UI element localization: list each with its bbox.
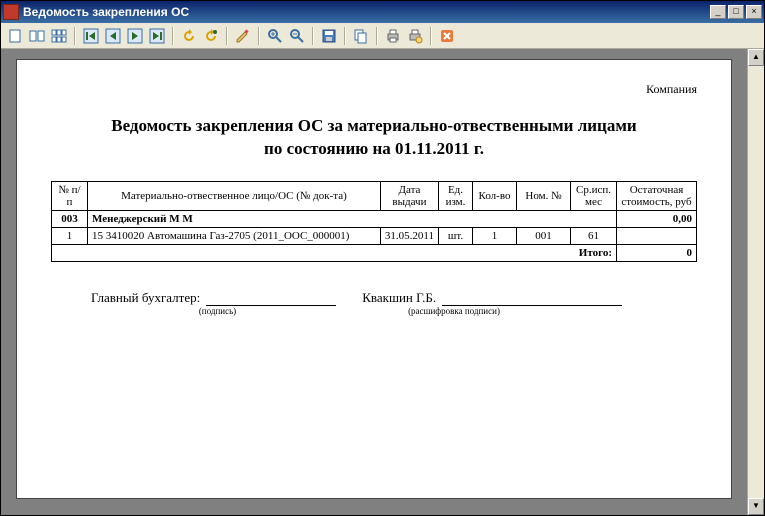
title-line-1: Ведомость закрепления ОС за материально-… xyxy=(111,116,636,135)
sign-name: Квакшин Г.Б. xyxy=(342,290,440,306)
copy-icon[interactable] xyxy=(351,26,371,46)
signature-block: Главный бухгалтер: Квакшин Г.Б. (подпись… xyxy=(51,290,697,316)
report-page: Компания Ведомость закрепления ОС за мат… xyxy=(16,59,732,499)
title-line-2: по состоянию на 01.11.2011 г. xyxy=(264,139,484,158)
col-nom: Ном. № xyxy=(517,181,571,210)
save-icon[interactable] xyxy=(319,26,339,46)
report-table: № п/п Материально-отвественное лицо/ОС (… xyxy=(51,181,697,262)
edit-icon[interactable] xyxy=(233,26,253,46)
cell-date: 31.05.2011 xyxy=(380,227,438,244)
total-label: Итого: xyxy=(52,244,617,261)
col-unit: Ед. изм. xyxy=(439,181,473,210)
col-person: Материально-отвественное лицо/ОС (№ док-… xyxy=(88,181,381,210)
single-page-icon[interactable] xyxy=(5,26,25,46)
zoom-in-icon[interactable] xyxy=(265,26,285,46)
total-row: Итого: 0 xyxy=(52,244,697,261)
scroll-down-icon[interactable]: ▼ xyxy=(748,498,764,515)
scroll-up-icon[interactable]: ▲ xyxy=(748,49,764,66)
group-name: Менеджерский М М xyxy=(88,210,617,227)
titlebar: Ведомость закрепления ОС _ □ × xyxy=(1,1,764,23)
sign-line-signature xyxy=(206,292,336,306)
col-qty: Кол-во xyxy=(473,181,517,210)
print-icon[interactable] xyxy=(383,26,403,46)
sign-role: Главный бухгалтер: xyxy=(91,290,200,306)
toolbar xyxy=(1,23,764,49)
zoom-out-icon[interactable] xyxy=(287,26,307,46)
nav-first-icon[interactable] xyxy=(81,26,101,46)
table-row: 1 15 3410020 Автомашина Газ-2705 (2011_О… xyxy=(52,227,697,244)
group-code: 003 xyxy=(52,210,88,227)
nav-last-icon[interactable] xyxy=(147,26,167,46)
company-label: Компания xyxy=(51,82,697,97)
refresh-icon[interactable] xyxy=(179,26,199,46)
app-window: Ведомость закрепления ОС _ □ × xyxy=(0,0,765,516)
window-title: Ведомость закрепления ОС xyxy=(23,5,710,19)
nav-next-icon[interactable] xyxy=(125,26,145,46)
col-srv: Ср.исп. мес xyxy=(571,181,617,210)
group-sum: 0,00 xyxy=(617,210,697,227)
vertical-scrollbar[interactable]: ▲ ▼ xyxy=(747,49,764,515)
cell-srv: 61 xyxy=(571,227,617,244)
doc-title: Ведомость закрепления ОС за материально-… xyxy=(51,115,697,161)
col-num: № п/п xyxy=(52,181,88,210)
minimize-button[interactable]: _ xyxy=(710,5,726,19)
table-header-row: № п/п Материально-отвественное лицо/ОС (… xyxy=(52,181,697,210)
cell-desc: 15 3410020 Автомашина Газ-2705 (2011_ООС… xyxy=(88,227,381,244)
close-icon[interactable] xyxy=(437,26,457,46)
close-window-button[interactable]: × xyxy=(746,5,762,19)
col-date: Дата выдачи xyxy=(380,181,438,210)
total-value: 0 xyxy=(617,244,697,261)
cell-cost xyxy=(617,227,697,244)
print-setup-icon[interactable] xyxy=(405,26,425,46)
content-area: Компания Ведомость закрепления ОС за мат… xyxy=(1,49,764,515)
scroll-track[interactable] xyxy=(748,66,764,498)
col-cost: Остаточная стоимость, руб xyxy=(617,181,697,210)
window-buttons: _ □ × xyxy=(710,5,762,19)
cell-unit: шт. xyxy=(439,227,473,244)
cell-nom: 001 xyxy=(517,227,571,244)
refresh-all-icon[interactable] xyxy=(201,26,221,46)
dual-page-icon[interactable] xyxy=(27,26,47,46)
sign-line-name xyxy=(442,292,622,306)
app-icon xyxy=(3,4,19,20)
multi-page-icon[interactable] xyxy=(49,26,69,46)
page-viewport[interactable]: Компания Ведомость закрепления ОС за мат… xyxy=(1,49,747,515)
cell-qty: 1 xyxy=(473,227,517,244)
cell-num: 1 xyxy=(52,227,88,244)
nav-prev-icon[interactable] xyxy=(103,26,123,46)
maximize-button[interactable]: □ xyxy=(728,5,744,19)
sign-under-2: (расшифровка подписи) xyxy=(344,306,564,316)
group-row: 003 Менеджерский М М 0,00 xyxy=(52,210,697,227)
sign-under-1: (подпись) xyxy=(91,306,344,316)
